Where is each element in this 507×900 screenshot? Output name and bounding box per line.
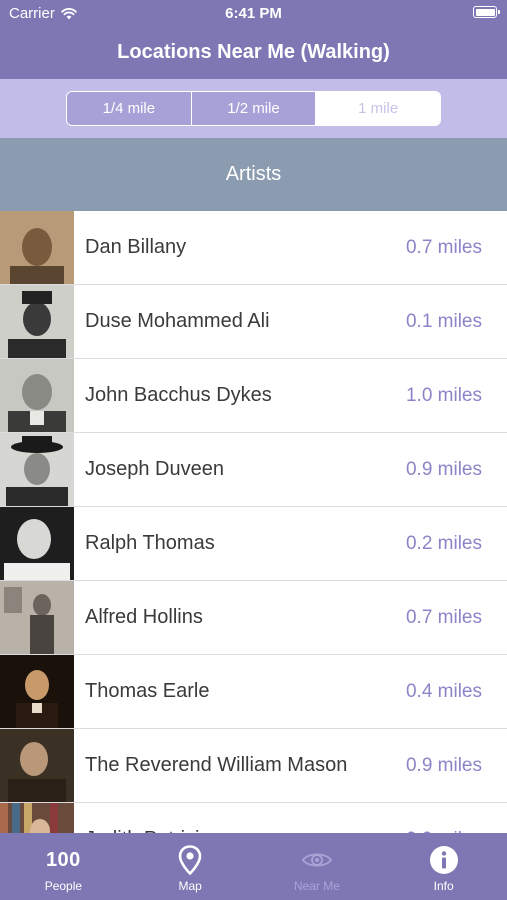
person-distance: 0.1 miles <box>405 310 482 332</box>
portrait-photo <box>0 359 74 432</box>
portrait-photo <box>0 285 74 358</box>
tab-bar: 100 People Map Near Me Info <box>0 833 507 900</box>
person-distance: 0.7 miles <box>405 606 482 628</box>
segment-label: 1/2 mile <box>227 100 280 117</box>
list-item[interactable]: Alfred Hollins 0.7 miles <box>0 581 507 655</box>
section-header: Artists <box>0 138 507 211</box>
person-distance: 0.9 miles <box>405 458 482 480</box>
portrait-photo <box>0 655 74 728</box>
tab-near-me[interactable]: Near Me <box>254 833 381 900</box>
tab-label: Near Me <box>293 879 340 893</box>
tab-label: Map <box>178 879 202 893</box>
person-name: Duse Mohammed Ali <box>85 310 270 332</box>
battery-icon <box>473 6 500 18</box>
tab-label: People <box>44 879 83 893</box>
segment-label: 1/4 mile <box>102 100 156 117</box>
segment-label: 1 mile <box>358 100 399 117</box>
portrait-photo <box>0 433 74 506</box>
portrait-photo <box>0 211 74 284</box>
list-item[interactable]: Duse Mohammed Ali 0.1 miles <box>0 285 507 359</box>
tab-info[interactable]: Info <box>380 833 507 900</box>
list-item[interactable]: Thomas Earle 0.4 miles <box>0 655 507 729</box>
segment-quarter-mile[interactable]: 1/4 mile <box>67 92 191 125</box>
person-name: Thomas Earle <box>85 680 210 702</box>
info-icon <box>429 846 458 874</box>
person-distance: 0.4 miles <box>405 680 482 702</box>
list-item[interactable]: John Bacchus Dykes 1.0 miles <box>0 359 507 433</box>
list-item[interactable]: Joseph Duveen 0.9 miles <box>0 433 507 507</box>
person-distance: 0.7 miles <box>405 236 482 258</box>
section-title: Artists <box>225 163 282 185</box>
navigation-bar: Locations Near Me (Walking) <box>0 26 507 79</box>
list-item[interactable]: Dan Billany 0.7 miles <box>0 211 507 285</box>
list-item[interactable]: The Reverend William Mason 0.9 miles <box>0 729 507 803</box>
portrait-photo <box>0 581 74 654</box>
tab-label: Info <box>433 879 454 893</box>
list-item[interactable]: Ralph Thomas 0.2 miles <box>0 507 507 581</box>
portrait-photo <box>0 803 74 833</box>
person-name: Dan Billany <box>85 236 187 258</box>
people-count-icon: 100 <box>45 848 81 871</box>
portrait-photo <box>0 729 74 802</box>
person-distance: 0.2 miles <box>405 532 482 554</box>
list-item[interactable]: Judith Patricia 0.0 miles <box>0 803 507 833</box>
map-pin-icon <box>178 845 202 875</box>
status-bar: Carrier 6:41 PM <box>0 0 507 26</box>
person-distance: 0.0 miles <box>406 803 482 834</box>
segment-one-mile[interactable]: 1 mile <box>315 92 440 125</box>
tab-people[interactable]: 100 People <box>0 833 127 900</box>
person-name: The Reverend William Mason <box>85 754 348 776</box>
portrait-photo <box>0 507 74 580</box>
person-name: Judith Patricia <box>85 803 355 833</box>
page-title: Locations Near Me (Walking) <box>117 41 390 63</box>
person-name: Alfred Hollins <box>85 606 203 628</box>
person-name: Joseph Duveen <box>85 458 224 480</box>
segment-half-mile[interactable]: 1/2 mile <box>190 92 316 125</box>
people-list[interactable]: Dan Billany 0.7 miles Duse Mohammed Ali … <box>0 211 507 833</box>
person-distance: 0.9 miles <box>405 754 482 776</box>
distance-segmented-control: 1/4 mile 1/2 mile 1 mile <box>66 91 441 126</box>
tab-map[interactable]: Map <box>127 833 254 900</box>
eye-icon <box>301 853 332 867</box>
person-name: John Bacchus Dykes <box>85 384 272 406</box>
person-distance: 1.0 miles <box>405 384 482 406</box>
status-time: 6:41 PM <box>225 5 282 22</box>
person-name: Ralph Thomas <box>85 532 215 554</box>
distance-filter-bar: 1/4 mile 1/2 mile 1 mile <box>0 79 507 138</box>
